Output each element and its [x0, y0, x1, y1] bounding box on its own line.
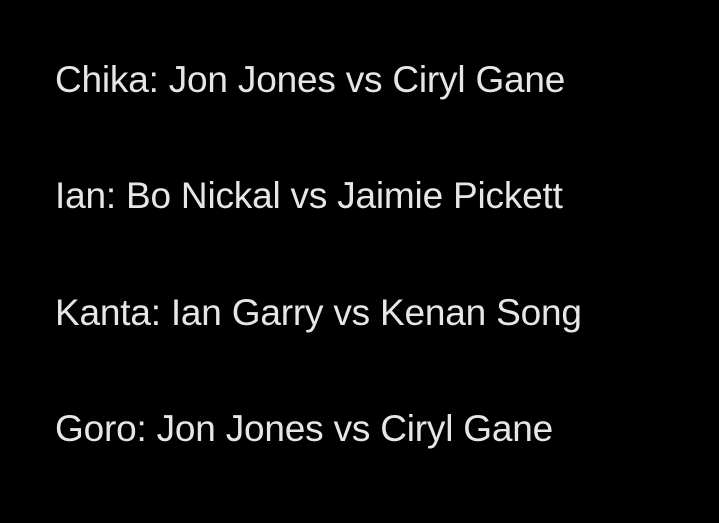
note-line-ian: Ian: Bo Nickal vs Jaimie Pickett	[55, 175, 563, 216]
note-line-goro: Goro: Jon Jones vs Ciryl Gane	[55, 408, 554, 449]
note-line-chika: Chika: Jon Jones vs Ciryl Gane	[55, 59, 566, 100]
note-line-kanta: Kanta: Ian Garry vs Kenan Song	[55, 292, 582, 333]
